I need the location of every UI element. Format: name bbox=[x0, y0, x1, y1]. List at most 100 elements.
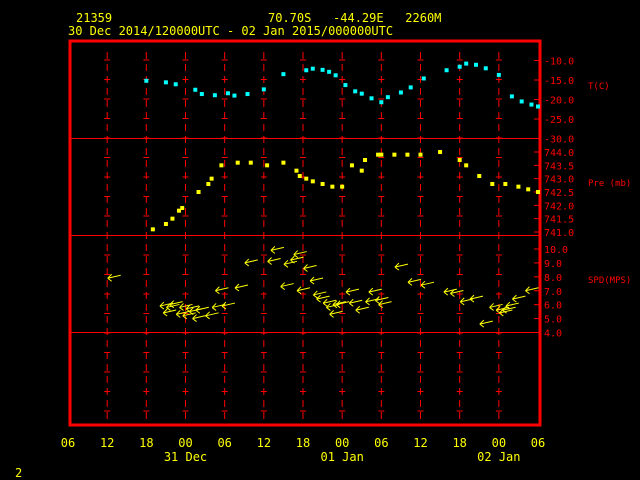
pressure-point bbox=[490, 182, 495, 186]
pressure-point bbox=[477, 174, 482, 178]
pressure-point bbox=[281, 160, 286, 165]
y-tick-label: 4.0 bbox=[544, 329, 562, 340]
wind-arrow bbox=[192, 314, 206, 322]
wind-arrow bbox=[293, 250, 307, 258]
temperature-point bbox=[398, 90, 403, 95]
wind-arrow bbox=[107, 273, 121, 282]
wind-arrow bbox=[502, 305, 516, 314]
temperature-point bbox=[496, 72, 501, 77]
temperature-point bbox=[529, 102, 534, 107]
temperature-point bbox=[281, 72, 286, 77]
temperature-point bbox=[379, 100, 384, 105]
panel-pressure: 744.0 743.5 743.0 742.5 742.0 741.5 741.0 Pre (… bbox=[150, 148, 631, 239]
panel-label: SPD(MPS) bbox=[588, 276, 631, 286]
pressure-point bbox=[363, 158, 368, 162]
pressure-point bbox=[170, 216, 175, 221]
temperature-point bbox=[408, 85, 413, 90]
y-tick-label: -30.0 bbox=[544, 135, 574, 146]
pressure-point bbox=[180, 206, 185, 210]
temperature-point bbox=[464, 61, 469, 66]
day-label: 01 Jan bbox=[320, 450, 363, 464]
temperature-point bbox=[212, 93, 217, 98]
x-tick-label: 06 bbox=[531, 436, 545, 450]
y-tick-label: 9.0 bbox=[544, 259, 562, 270]
temperature-point bbox=[261, 87, 266, 92]
x-tick-label: 12 bbox=[257, 436, 271, 450]
y-tick-label: 742.5 bbox=[544, 188, 574, 199]
temperature-point bbox=[421, 76, 426, 81]
pressure-point bbox=[248, 160, 253, 165]
y-tick-label: 7.0 bbox=[544, 287, 562, 298]
panel-wind_speed: 10.0 9.0 8.0 7.0 6.0 5.0 4.0 SPD(MPS) bbox=[107, 245, 631, 340]
pressure-point bbox=[349, 163, 354, 168]
x-tick-label: 12 bbox=[413, 436, 427, 450]
y-tick-label: -10.0 bbox=[544, 57, 574, 68]
meteogram-chart: -10.0-15.0-20.0-25.0-30.0T(C)744.0743.57… bbox=[61, 39, 631, 464]
temperature-point bbox=[232, 93, 237, 98]
wind-arrow bbox=[267, 257, 281, 265]
x-tick-label: 18 bbox=[452, 436, 466, 450]
pressure-point bbox=[320, 182, 325, 186]
wind-arrow bbox=[479, 319, 493, 328]
wind-arrow bbox=[205, 311, 219, 320]
wind-arrow bbox=[221, 301, 236, 310]
pressure-point bbox=[304, 176, 309, 181]
wind-arrow bbox=[348, 298, 363, 307]
y-tick-label: 10.0 bbox=[544, 245, 568, 256]
pressure-point bbox=[438, 150, 443, 154]
x-tick-label: 06 bbox=[217, 436, 231, 450]
wind-arrow bbox=[270, 246, 285, 254]
wind-arrow bbox=[355, 305, 369, 314]
temperature-point bbox=[199, 92, 204, 97]
pressure-point bbox=[209, 176, 214, 181]
y-tick-label: -25.0 bbox=[544, 115, 574, 126]
y-tick-label: 741.0 bbox=[544, 228, 574, 239]
wind-arrow bbox=[316, 294, 330, 303]
temperature-point bbox=[310, 66, 315, 71]
x-tick-label: 18 bbox=[296, 436, 310, 450]
pressure-point bbox=[294, 168, 299, 173]
pressure-point bbox=[196, 190, 201, 194]
temperature-point bbox=[369, 96, 374, 101]
wind-arrow bbox=[378, 300, 392, 309]
time-grid bbox=[104, 52, 502, 423]
temperature-point bbox=[473, 62, 478, 67]
temperature-point bbox=[304, 68, 309, 73]
temperature-point bbox=[163, 80, 168, 85]
wind-arrow bbox=[195, 305, 209, 314]
day-label: 31 Dec bbox=[164, 450, 207, 464]
temperature-point bbox=[173, 82, 178, 87]
pressure-point bbox=[379, 152, 384, 157]
pressure-point bbox=[163, 222, 168, 226]
wind-arrow bbox=[309, 276, 324, 285]
pressure-point bbox=[405, 152, 410, 157]
pressure-point bbox=[150, 227, 155, 232]
pressure-point bbox=[265, 163, 270, 168]
pressure-point bbox=[526, 187, 531, 192]
x-tick-label: 18 bbox=[139, 436, 153, 450]
x-tick-label: 00 bbox=[335, 436, 349, 450]
pressure-point bbox=[235, 160, 240, 165]
y-tick-label: -20.0 bbox=[544, 96, 574, 107]
temperature-point bbox=[144, 78, 149, 83]
wind-arrow bbox=[469, 294, 484, 303]
pressure-point bbox=[297, 174, 302, 178]
y-tick-label: 8.0 bbox=[544, 273, 562, 284]
x-tick-label: 06 bbox=[374, 436, 388, 450]
temperature-point bbox=[457, 64, 462, 69]
temperature-point bbox=[343, 83, 348, 88]
temperature-point bbox=[327, 69, 332, 74]
wind-arrow bbox=[420, 280, 435, 289]
y-tick-label: 744.0 bbox=[544, 148, 574, 159]
y-tick-label: 6.0 bbox=[544, 301, 562, 312]
x-tick-label: 00 bbox=[178, 436, 192, 450]
temperature-point bbox=[193, 87, 198, 92]
pressure-point bbox=[457, 158, 462, 162]
y-tick-label: 743.0 bbox=[544, 175, 574, 186]
pressure-point bbox=[516, 184, 521, 189]
wind-arrow bbox=[394, 262, 409, 271]
temperature-point bbox=[519, 99, 524, 104]
x-tick-label: 12 bbox=[100, 436, 114, 450]
temperature-point bbox=[385, 95, 390, 100]
pressure-point bbox=[503, 182, 508, 186]
